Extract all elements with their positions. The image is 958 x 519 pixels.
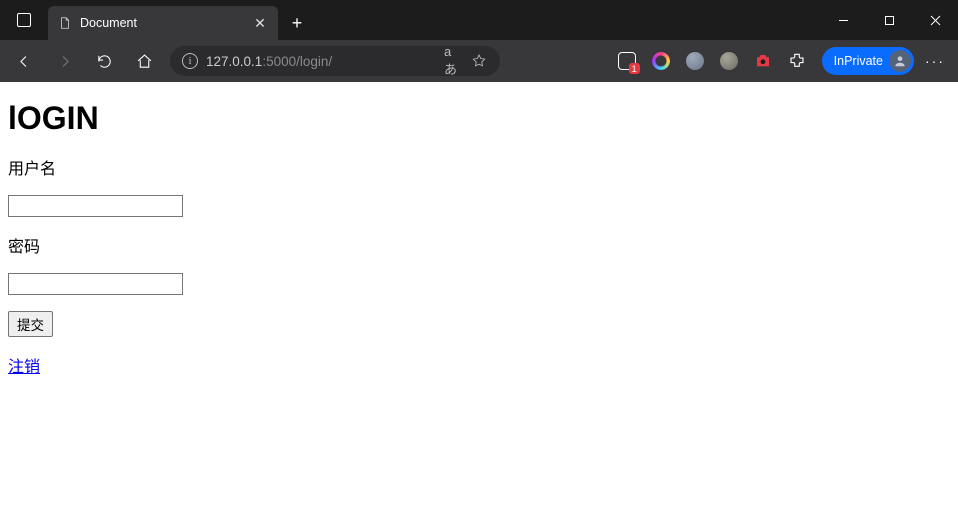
back-button[interactable] (6, 45, 42, 77)
url-text: 127.0.0.1:5000/login/ (206, 54, 436, 69)
new-tab-button[interactable]: + (282, 8, 312, 38)
extension-icon-2[interactable] (646, 46, 676, 76)
site-info-icon[interactable]: i (182, 53, 198, 69)
browser-tab[interactable]: Document ✕ (48, 6, 278, 40)
page-heading: lOGIN (8, 100, 950, 137)
window-close-button[interactable] (912, 0, 958, 40)
profile-avatar-icon (889, 50, 911, 72)
favorites-icon[interactable] (470, 52, 488, 70)
tab-actions-button[interactable] (0, 0, 48, 40)
password-label: 密码 (8, 233, 950, 257)
settings-menu-button[interactable]: ··· (918, 53, 952, 69)
extensions-menu-icon[interactable] (782, 46, 812, 76)
window-minimize-button[interactable] (820, 0, 866, 40)
logout-link[interactable]: 注销 (8, 359, 40, 376)
submit-button[interactable]: 提交 (8, 311, 53, 337)
document-icon (58, 16, 72, 30)
extension-icon-4[interactable] (714, 46, 744, 76)
extension-icon-3[interactable] (680, 46, 710, 76)
extension-icon-1[interactable] (612, 46, 642, 76)
inprivate-badge[interactable]: InPrivate (822, 47, 914, 75)
window-maximize-button[interactable] (866, 0, 912, 40)
forward-button[interactable] (46, 45, 82, 77)
inprivate-label: InPrivate (834, 54, 883, 68)
extension-icon-camera[interactable] (748, 46, 778, 76)
username-label: 用户名 (8, 155, 950, 179)
home-button[interactable] (126, 45, 162, 77)
tab-title: Document (80, 16, 244, 30)
page-viewport: lOGIN 用户名 密码 提交 注销 (0, 82, 958, 519)
address-bar[interactable]: i 127.0.0.1:5000/login/ aあ (170, 46, 500, 76)
refresh-button[interactable] (86, 45, 122, 77)
username-input[interactable] (8, 195, 183, 217)
password-input[interactable] (8, 273, 183, 295)
toolbar: i 127.0.0.1:5000/login/ aあ (0, 40, 958, 82)
titlebar: Document ✕ + (0, 0, 958, 40)
translate-icon[interactable]: aあ (444, 52, 462, 70)
close-tab-button[interactable]: ✕ (252, 15, 268, 31)
